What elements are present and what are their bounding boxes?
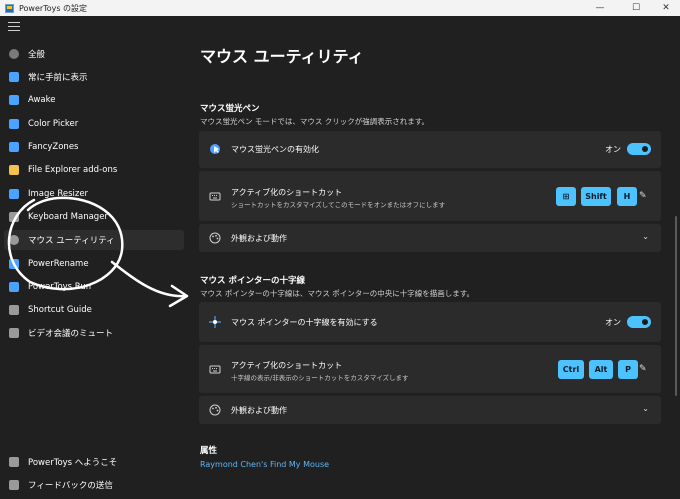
keyboard-shortcut-icon — [209, 365, 221, 374]
sidebar-item-label: Shortcut Guide — [28, 305, 92, 315]
crosshairs-shortcut-description: 十字線の表示/非表示のショートカットをカスタマイズします — [231, 374, 409, 382]
crosshairs-enable-toggle[interactable] — [627, 316, 651, 328]
win-key-icon: ⊞ — [556, 187, 576, 206]
close-button[interactable]: ✕ — [650, 0, 680, 16]
sidebar-item-label: 全般 — [28, 50, 46, 60]
highlighter-shortcut-label: アクティブ化のショートカット — [231, 188, 343, 197]
folder-icon — [9, 165, 19, 175]
window-title: PowerToys の設定 — [19, 3, 88, 13]
attribution-title: 属性 — [200, 446, 218, 456]
palette-icon — [209, 232, 221, 244]
sidebar-item-label: PowerRename — [28, 259, 89, 269]
attribution-link[interactable]: Raymond Chen's Find My Mouse — [200, 460, 329, 469]
feedback-icon — [9, 480, 19, 490]
image-icon — [9, 189, 19, 199]
sidebar-item-label: PowerToys Run — [28, 282, 92, 292]
crosshairs-appearance-label: 外観および動作 — [231, 406, 287, 415]
highlighter-shortcut-card: アクティブ化のショートカット ショートカットをカスタマイズしてこのモードをオンま… — [199, 171, 661, 221]
gear-icon — [9, 49, 19, 59]
rename-icon — [9, 259, 19, 269]
sidebar-item-label: Image Resizer — [28, 189, 89, 199]
sidebar-item-label: ビデオ会議のミュート — [28, 329, 114, 339]
crosshairs-enable-label: マウス ポインターの十字線を有効にする — [231, 318, 378, 327]
minimize-button[interactable]: — — [584, 0, 616, 16]
crosshairs-shortcut-label: アクティブ化のショートカット — [231, 361, 343, 370]
palette-icon — [209, 404, 221, 416]
title-bar: PowerToys の設定 — ☐ ✕ — [0, 0, 680, 16]
sidebar-item-welcome[interactable]: PowerToys へようこそ — [4, 452, 184, 472]
highlighter-enable-label: マウス蛍光ペンの有効化 — [231, 145, 319, 154]
chevron-down-icon: ⌄ — [642, 232, 649, 241]
sidebar: 全般 常に手前に表示 Awake Color Picker FancyZones… — [0, 16, 192, 499]
sidebar-item-image-resizer[interactable]: Image Resizer — [4, 184, 184, 204]
sidebar-item-label: マウス ユーティリティ — [28, 236, 115, 246]
sidebar-item-feedback[interactable]: フィードバックの送信 — [4, 475, 184, 495]
keyboard-icon — [9, 212, 19, 222]
h-key: H — [617, 187, 637, 206]
eyedropper-icon — [9, 119, 19, 129]
powertoys-app-icon — [5, 3, 14, 13]
welcome-icon — [9, 457, 19, 467]
main-content: マウス ユーティリティ マウス蛍光ペン マウス蛍光ペン モードでは、マウス クリ… — [192, 16, 680, 499]
run-icon — [9, 282, 19, 292]
sidebar-item-always-on-top[interactable]: 常に手前に表示 — [4, 67, 184, 87]
highlighter-section-title: マウス蛍光ペン — [200, 104, 260, 114]
highlighter-section-description: マウス蛍光ペン モードでは、マウス クリックが強調表示されます。 — [200, 117, 430, 126]
sidebar-item-keyboard-manager[interactable]: Keyboard Manager — [4, 207, 184, 227]
sidebar-item-video-conference-mute[interactable]: ビデオ会議のミュート — [4, 323, 184, 343]
crosshairs-enable-card: マウス ポインターの十字線を有効にする オン — [199, 302, 661, 342]
sidebar-item-fancyzones[interactable]: FancyZones — [4, 137, 184, 157]
page-title: マウス ユーティリティ — [200, 47, 364, 66]
sidebar-item-label: File Explorer add-ons — [28, 165, 118, 175]
alt-key: Alt — [589, 360, 613, 379]
crosshairs-shortcut-card: アクティブ化のショートカット 十字線の表示/非表示のショートカットをカスタマイズ… — [199, 345, 661, 393]
zones-icon — [9, 142, 19, 152]
highlighter-appearance-label: 外観および動作 — [231, 234, 287, 243]
crosshairs-section-description: マウス ポインターの十字線は、マウス ポインターの中央に十字線を描画します。 — [200, 289, 475, 298]
highlighter-enable-toggle[interactable] — [627, 143, 651, 155]
sidebar-item-label: Awake — [28, 95, 56, 105]
sidebar-item-awake[interactable]: Awake — [4, 90, 184, 110]
crosshairs-toggle-state: オン — [605, 318, 621, 327]
sidebar-item-powertoys-run[interactable]: PowerToys Run — [4, 277, 184, 297]
sidebar-item-powerrename[interactable]: PowerRename — [4, 254, 184, 274]
hamburger-menu-icon[interactable] — [8, 22, 20, 32]
sidebar-item-label: 常に手前に表示 — [28, 73, 88, 83]
highlighter-appearance-card[interactable]: 外観および動作 ⌄ — [199, 224, 661, 252]
highlighter-shortcut-description: ショートカットをカスタマイズしてこのモードをオンまたはオフにします — [231, 201, 446, 209]
shift-key: Shift — [581, 187, 611, 206]
ctrl-key: Ctrl — [558, 360, 584, 379]
pin-window-icon — [9, 72, 19, 82]
sidebar-item-general[interactable]: 全般 — [4, 44, 184, 64]
mouse-icon — [9, 235, 19, 245]
crosshairs-appearance-card[interactable]: 外観および動作 ⌄ — [199, 396, 661, 424]
sidebar-item-label: フィードバックの送信 — [28, 481, 113, 491]
shortcut-guide-icon — [9, 305, 19, 315]
scrollbar[interactable] — [675, 216, 677, 396]
sidebar-item-label: Keyboard Manager — [28, 212, 108, 222]
highlighter-toggle-state: オン — [605, 145, 621, 154]
maximize-button[interactable]: ☐ — [620, 0, 652, 16]
crosshairs-icon — [209, 316, 221, 328]
highlighter-icon — [210, 144, 220, 154]
sidebar-item-shortcut-guide[interactable]: Shortcut Guide — [4, 300, 184, 320]
crosshairs-section-title: マウス ポインターの十字線 — [200, 276, 305, 286]
edit-pencil-icon[interactable]: ✎ — [639, 191, 649, 201]
edit-pencil-icon[interactable]: ✎ — [639, 364, 649, 374]
chevron-down-icon: ⌄ — [642, 404, 649, 413]
coffee-icon — [9, 95, 19, 105]
sidebar-item-label: PowerToys へようこそ — [28, 458, 118, 468]
sidebar-item-label: Color Picker — [28, 119, 79, 129]
sidebar-item-label: FancyZones — [28, 142, 79, 152]
keyboard-shortcut-icon — [209, 192, 221, 201]
sidebar-item-mouse-utilities[interactable]: マウス ユーティリティ — [4, 230, 184, 250]
sidebar-item-color-picker[interactable]: Color Picker — [4, 114, 184, 134]
p-key: P — [618, 360, 638, 379]
highlighter-enable-card: マウス蛍光ペンの有効化 オン — [199, 131, 661, 168]
video-mute-icon — [9, 328, 19, 338]
sidebar-item-file-explorer-addons[interactable]: File Explorer add-ons — [4, 160, 184, 180]
